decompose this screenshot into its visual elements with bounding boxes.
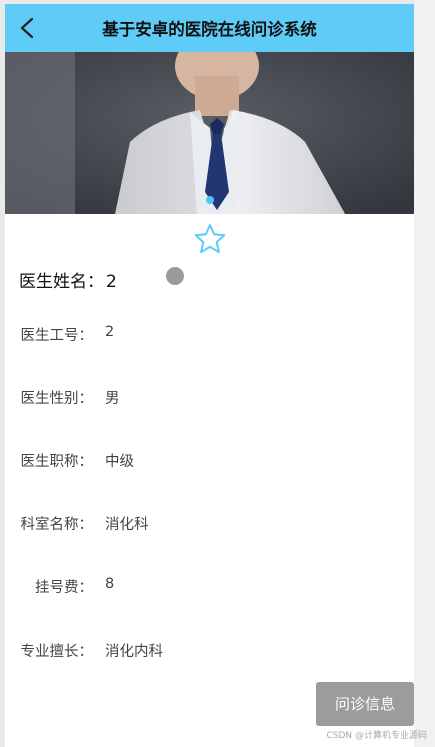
- right-margin: [414, 0, 435, 747]
- page-title: 基于安卓的医院在线问诊系统: [102, 20, 317, 39]
- consult-info-button[interactable]: 问诊信息: [316, 682, 414, 726]
- field-row-title: 医生职称： 中级: [5, 450, 414, 474]
- doctor-photo: [5, 52, 414, 214]
- doctor-photo-graphic: [5, 52, 414, 214]
- field-value: 8: [105, 576, 115, 592]
- star-outline-icon: [194, 224, 226, 254]
- watermark: CSDN @计算机专业源码: [326, 731, 427, 741]
- field-value: 消化内科: [105, 644, 163, 660]
- field-value: 2: [105, 324, 115, 340]
- doctor-name-value: 2: [106, 272, 117, 292]
- app-header: 基于安卓的医院在线问诊系统: [5, 4, 414, 52]
- field-row-department: 科室名称： 消化科: [5, 513, 414, 537]
- app-screen: 基于安卓的医院在线问诊系统 医生姓名： 2 医生工号： 2 医生性别： 男 医生…: [5, 4, 414, 747]
- field-value: 消化科: [105, 517, 149, 533]
- field-label: 医生工号：: [20, 328, 94, 344]
- field-label: 专业擅长：: [20, 644, 94, 660]
- field-label: 科室名称：: [20, 517, 94, 533]
- field-row-gender: 医生性别： 男: [5, 387, 414, 411]
- doctor-name-row: 医生姓名： 2: [19, 267, 117, 292]
- field-value: 男: [105, 391, 120, 407]
- field-row-specialty: 专业擅长： 消化内科: [5, 640, 414, 664]
- field-label: 挂号费：: [35, 580, 93, 596]
- field-row-id: 医生工号： 2: [5, 324, 414, 348]
- field-value: 中级: [105, 454, 134, 470]
- doctor-name-label: 医生姓名：: [19, 272, 104, 292]
- field-label: 医生职称：: [20, 454, 94, 470]
- field-row-fee: 挂号费： 8: [5, 576, 414, 600]
- favorite-button[interactable]: [193, 222, 227, 256]
- touch-indicator: [166, 267, 184, 285]
- field-label: 医生性别：: [20, 391, 94, 407]
